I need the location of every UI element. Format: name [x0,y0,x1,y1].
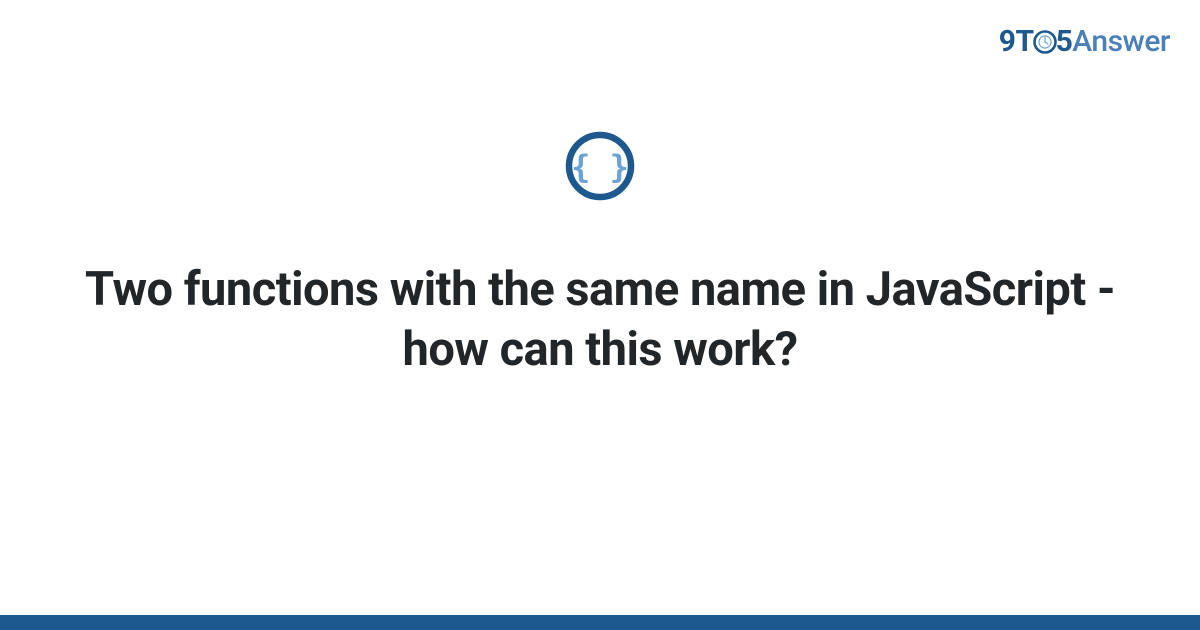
svg-text:{ }: { } [571,148,629,186]
footer-bar [0,615,1200,630]
clock-o-icon [1033,30,1057,54]
logo-t: T [1015,24,1033,59]
main-content: { } Two functions with the same name in … [0,130,1200,380]
page-title: Two functions with the same name in Java… [70,260,1130,380]
logo-five: 5 [1056,24,1073,59]
logo-answer: Answer [1072,24,1170,59]
logo-nine: 9 [999,24,1016,59]
code-braces-icon: { } [564,130,636,202]
site-logo: 9T 5Answer [999,24,1170,59]
